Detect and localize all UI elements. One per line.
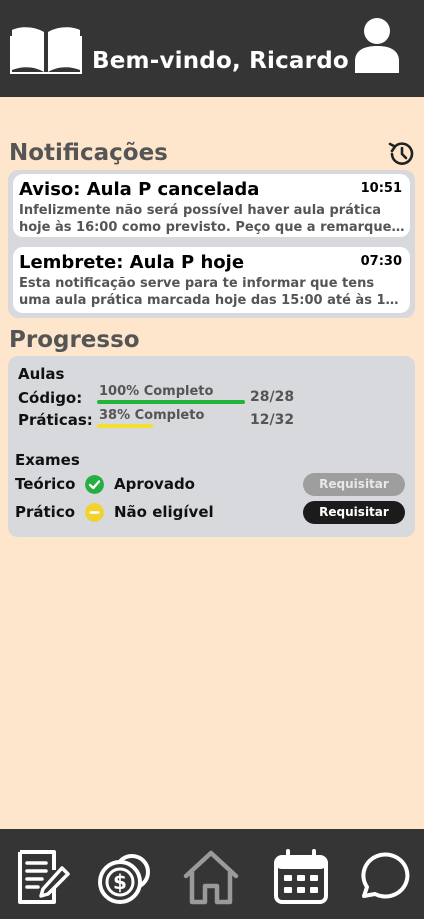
theory-exam-status: Aprovado xyxy=(114,475,195,493)
notifications-title: Notificações xyxy=(9,140,168,166)
coins-icon[interactable]: $ xyxy=(97,848,155,906)
home-icon[interactable] xyxy=(182,848,240,906)
notification-time: 10:51 xyxy=(360,181,402,196)
code-progress-bar xyxy=(97,400,245,404)
notifications-panel: Aviso: Aula P cancelada 10:51 Infelizmen… xyxy=(8,170,415,318)
notification-body: Esta notificação serve para te informar … xyxy=(19,275,407,309)
notification-body-line: Infelizmente não será possível haver aul… xyxy=(19,203,382,218)
notification-title: Lembrete: Aula P hoje xyxy=(19,252,245,273)
calendar-icon[interactable] xyxy=(272,848,330,906)
practical-count: 12/32 xyxy=(250,412,295,428)
lessons-heading: Aulas xyxy=(18,365,65,383)
notification-card[interactable]: Aviso: Aula P cancelada 10:51 Infelizmen… xyxy=(13,174,410,237)
notification-body-line: uma aula prática marcada hoje das 15:00 … xyxy=(19,293,407,308)
practical-progress-text: 38% Completo xyxy=(99,408,205,423)
code-count: 28/28 xyxy=(250,389,295,405)
welcome-text: Bem-vindo, Ricardo xyxy=(92,48,349,74)
history-icon[interactable] xyxy=(387,140,415,168)
practical-exam-status: Não eligível xyxy=(114,503,214,521)
minus-circle-icon xyxy=(85,503,104,522)
notification-body: Infelizmente não será possível haver aul… xyxy=(19,202,407,236)
practical-lessons-label: Práticas: xyxy=(18,411,93,429)
exams-heading: Exames xyxy=(15,451,80,469)
theory-exam-label: Teórico xyxy=(15,475,76,493)
practical-progress-bar xyxy=(97,424,154,428)
notification-body-line: hoje às 16:00 como previsto. Peço que a … xyxy=(19,220,407,235)
check-circle-icon xyxy=(85,475,104,494)
progress-panel: Aulas Código: 100% Completo 28/28 Prátic… xyxy=(8,356,415,537)
notification-body-line: Esta notificação serve para te informar … xyxy=(19,276,375,291)
chat-icon[interactable] xyxy=(354,848,412,906)
bottom-nav: $ xyxy=(0,829,424,919)
code-progress-text: 100% Completo xyxy=(99,384,214,399)
user-avatar-icon[interactable] xyxy=(353,17,401,73)
request-practical-exam-button[interactable]: Requisitar xyxy=(303,501,405,524)
notification-time: 07:30 xyxy=(360,254,402,269)
notification-card[interactable]: Lembrete: Aula P hoje 07:30 Esta notific… xyxy=(13,247,410,313)
app-header: Bem-vindo, Ricardo xyxy=(0,0,424,97)
notification-title: Aviso: Aula P cancelada xyxy=(19,179,260,200)
request-theory-exam-button[interactable]: Requisitar xyxy=(303,473,405,496)
svg-text:$: $ xyxy=(113,870,127,894)
book-icon xyxy=(10,27,82,74)
progress-title: Progresso xyxy=(9,327,140,353)
practical-exam-label: Prático xyxy=(15,503,76,521)
code-label: Código: xyxy=(18,389,83,407)
document-icon[interactable] xyxy=(14,848,72,906)
